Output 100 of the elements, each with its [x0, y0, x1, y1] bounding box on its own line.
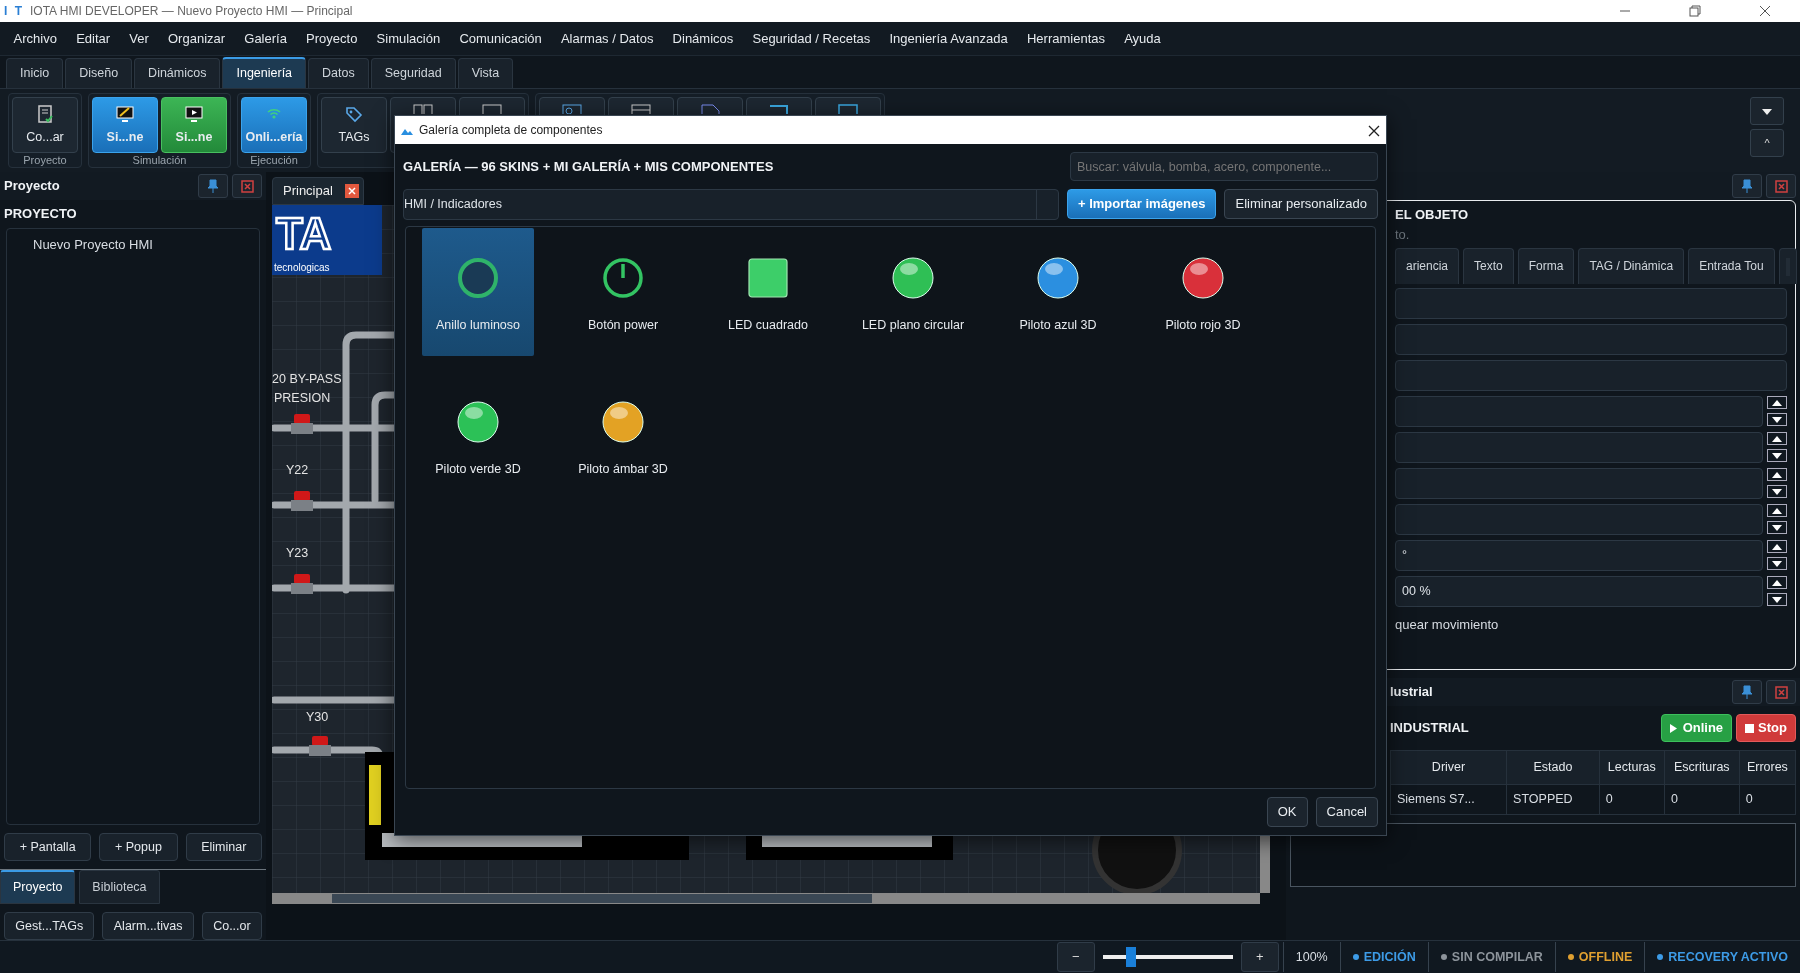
- panel-button[interactable]: + Popup: [99, 833, 178, 862]
- pin-button[interactable]: [1732, 680, 1762, 704]
- ribbon-tab[interactable]: Inicio: [6, 58, 64, 88]
- ribbon-tab[interactable]: Dinámicos: [134, 58, 221, 88]
- down-arrow-icon: [1772, 524, 1782, 531]
- spin-down-button[interactable]: [1767, 593, 1787, 607]
- tool-button[interactable]: Co...or: [201, 912, 262, 940]
- cancel-button[interactable]: Cancel: [1315, 797, 1378, 827]
- panel-button[interactable]: Eliminar: [185, 833, 262, 862]
- spin-down-button[interactable]: [1767, 521, 1787, 535]
- property-tab[interactable]: Forma: [1517, 248, 1575, 284]
- number-field[interactable]: [1395, 503, 1763, 535]
- menu-item[interactable]: Galería: [234, 28, 297, 49]
- spin-down-button[interactable]: [1767, 485, 1787, 499]
- category-dropdown[interactable]: HMI / Indicadores: [403, 189, 1059, 220]
- menu-item[interactable]: Archivo: [4, 28, 67, 49]
- pin-button[interactable]: [198, 174, 228, 198]
- menu-item[interactable]: Ayuda: [1114, 28, 1171, 49]
- zoom-in-button[interactable]: +: [1240, 942, 1279, 972]
- dialog-heading: GALERÍA — 96 SKINS + MI GALERÍA + MIS COMPONENTES: [403, 157, 775, 176]
- property-tab[interactable]: TAG / Dinámica: [1578, 248, 1685, 284]
- number-field[interactable]: 00 %: [1395, 575, 1763, 607]
- spin-down-button[interactable]: [1767, 557, 1787, 571]
- number-field[interactable]: [1395, 467, 1763, 499]
- ok-button[interactable]: OK: [1266, 797, 1308, 827]
- text-field[interactable]: [1395, 359, 1787, 391]
- gallery-item[interactable]: Piloto verde 3D: [422, 372, 534, 500]
- import-button[interactable]: + Importar imágenes: [1066, 189, 1217, 219]
- menu-item[interactable]: Organizar: [158, 28, 235, 49]
- picture-frame-icon: [562, 104, 582, 114]
- text-field[interactable]: [1395, 287, 1787, 319]
- spin-up-button[interactable]: [1767, 468, 1787, 482]
- spin-up-button[interactable]: [1767, 540, 1787, 554]
- menu-item[interactable]: Alarmas / Datos: [551, 28, 663, 49]
- spin-down-button[interactable]: [1767, 413, 1787, 427]
- menu-item[interactable]: Herramientas: [1017, 28, 1115, 49]
- ribbon-tab[interactable]: Seguridad: [370, 58, 456, 88]
- number-field[interactable]: [1395, 395, 1763, 427]
- column-header: Errores: [1739, 750, 1796, 785]
- window-icon: [631, 104, 651, 114]
- panel-tab[interactable]: Biblioteca: [79, 870, 160, 904]
- gallery-item[interactable]: LED plano circular: [857, 228, 969, 356]
- menu-item[interactable]: Comunicación: [449, 28, 552, 49]
- panel-button[interactable]: + Pantalla: [4, 833, 92, 862]
- status-text: EDICIÓN: [1363, 948, 1416, 966]
- ribbon-tab[interactable]: Ingeniería: [222, 57, 307, 88]
- stop-button[interactable]: Stop: [1736, 714, 1796, 742]
- scrollbar-thumb[interactable]: [332, 894, 872, 903]
- ribbon-button[interactable]: Si...ne: [92, 97, 158, 153]
- number-field[interactable]: [1395, 431, 1763, 463]
- ribbon-button[interactable]: TAGs: [321, 97, 387, 153]
- monitor-icon: [115, 103, 135, 124]
- collapse-ribbon-button[interactable]: ^: [1750, 129, 1784, 157]
- valve-label: 20 BY-PASS: [272, 372, 342, 386]
- gallery-item[interactable]: Anillo luminoso: [422, 228, 534, 356]
- ribbon-tab[interactable]: Datos: [308, 58, 369, 88]
- panel-tab[interactable]: Proyecto: [0, 870, 76, 904]
- gallery-item[interactable]: Piloto rojo 3D: [1147, 228, 1259, 356]
- spin-up-button[interactable]: [1767, 396, 1787, 410]
- search-field[interactable]: Buscar: válvula, bomba, acero, componente...: [1070, 152, 1378, 181]
- gallery-item[interactable]: Piloto ámbar 3D: [567, 372, 679, 500]
- spin-up-button[interactable]: [1767, 504, 1787, 518]
- spin-down-button[interactable]: [1767, 449, 1787, 463]
- ribbon-tab[interactable]: Vista: [457, 58, 514, 88]
- menu-item[interactable]: Simulación: [367, 28, 450, 49]
- up-arrow-icon: [1772, 471, 1782, 478]
- valve-drawing: [291, 574, 313, 594]
- ribbon-button[interactable]: Co...ar: [12, 97, 78, 153]
- document-tab[interactable]: Principal: [272, 177, 364, 205]
- gallery-item[interactable]: Piloto azul 3D: [1002, 228, 1114, 356]
- gallery-item[interactable]: LED cuadrado: [712, 228, 824, 356]
- table-cell: 0: [1739, 784, 1796, 815]
- section-heading: INDUSTRIAL: [1390, 719, 1470, 738]
- menu-item[interactable]: Editar: [66, 28, 120, 49]
- delete-button[interactable]: Eliminar personalizado: [1224, 189, 1378, 219]
- property-tab[interactable]: Entrada Tou: [1688, 248, 1775, 284]
- up-arrow-icon: [1772, 579, 1782, 586]
- ribbon-button[interactable]: Onli...ería: [241, 97, 307, 153]
- property-tab[interactable]: Texto: [1463, 248, 1514, 284]
- property-tab[interactable]: ariencia: [1395, 248, 1460, 284]
- number-field[interactable]: °: [1395, 539, 1763, 571]
- menu-item[interactable]: Proyecto: [296, 28, 367, 49]
- text-field[interactable]: [1395, 323, 1787, 355]
- spin-up-button[interactable]: [1767, 576, 1787, 590]
- menu-item[interactable]: Dinámicos: [663, 28, 743, 49]
- ribbon-options-button[interactable]: [1750, 97, 1784, 125]
- table-cell: 0: [1599, 784, 1665, 815]
- tool-button[interactable]: Alarm...tivas: [102, 912, 194, 940]
- tool-button[interactable]: Gest...TAGs: [4, 912, 95, 940]
- gallery-item[interactable]: Botón power: [567, 228, 679, 356]
- zoom-out-button[interactable]: −: [1056, 942, 1095, 972]
- tree-item[interactable]: Nuevo Proyecto HMI: [33, 234, 259, 254]
- spin-up-button[interactable]: [1767, 432, 1787, 446]
- menu-item[interactable]: Ver: [119, 28, 159, 49]
- restore-icon: [1689, 5, 1701, 17]
- pin-button[interactable]: [1732, 174, 1762, 198]
- menu-item[interactable]: Ingeniería Avanzada: [879, 28, 1018, 49]
- ribbon-tab[interactable]: Diseño: [65, 58, 133, 88]
- menu-item[interactable]: Seguridad / Recetas: [742, 28, 880, 49]
- slider-thumb[interactable]: [1126, 947, 1137, 967]
